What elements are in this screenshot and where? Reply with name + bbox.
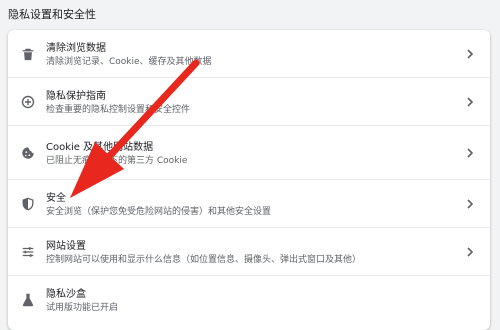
row-site-settings[interactable]: 网站设置 控制网站可以使用和显示什么信息（如位置信息、摄像头、弹出式窗口及其他） [8,228,490,276]
row-cookies[interactable]: Cookie 及其他网站数据 已阻止无痕模式下的第三方 Cookie [8,126,490,180]
cookie-icon [20,145,36,161]
row-description: 清除浏览记录、Cookie、缓存及其他数据 [46,57,212,67]
sliders-icon [20,244,36,260]
section-title: 隐私设置和安全性 [8,8,96,21]
row-description: 检查重要的隐私控制设置和安全控件 [46,105,191,115]
trash-icon [20,46,36,62]
row-clear-browsing-data[interactable]: 清除浏览数据 清除浏览记录、Cookie、缓存及其他数据 [8,30,490,78]
row-title: 清除浏览数据 [46,43,106,54]
chevron-right-icon [466,48,474,59]
row-title: 网站设置 [46,241,86,252]
row-title: 安全 [46,193,66,204]
chevron-right-icon [466,246,474,257]
row-description: 已阻止无痕模式下的第三方 Cookie [46,156,188,166]
privacy-security-card: 清除浏览数据 清除浏览记录、Cookie、缓存及其他数据 隐私保护指南 检查重要… [8,30,490,330]
row-description: 试用版功能已开启 [46,303,119,313]
chevron-right-icon [466,147,474,158]
row-title: 隐私沙盒 [46,289,86,300]
row-security[interactable]: 安全 安全浏览（保护您免受危险网站的侵害）和其他安全设置 [8,180,490,228]
flask-icon [20,292,36,308]
row-privacy-sandbox[interactable]: 隐私沙盒 试用版功能已开启 [8,276,490,324]
row-title: 隐私保护指南 [46,91,106,102]
row-description: 控制网站可以使用和显示什么信息（如位置信息、摄像头、弹出式窗口及其他） [46,255,362,265]
shield-icon [20,196,36,212]
privacy-guide-icon [20,94,36,110]
row-title: Cookie 及其他网站数据 [46,142,154,153]
chevron-right-icon [466,96,474,107]
row-privacy-guide[interactable]: 隐私保护指南 检查重要的隐私控制设置和安全控件 [8,78,490,126]
row-description: 安全浏览（保护您免受危险网站的侵害）和其他安全设置 [46,207,272,217]
chevron-right-icon [466,198,474,209]
